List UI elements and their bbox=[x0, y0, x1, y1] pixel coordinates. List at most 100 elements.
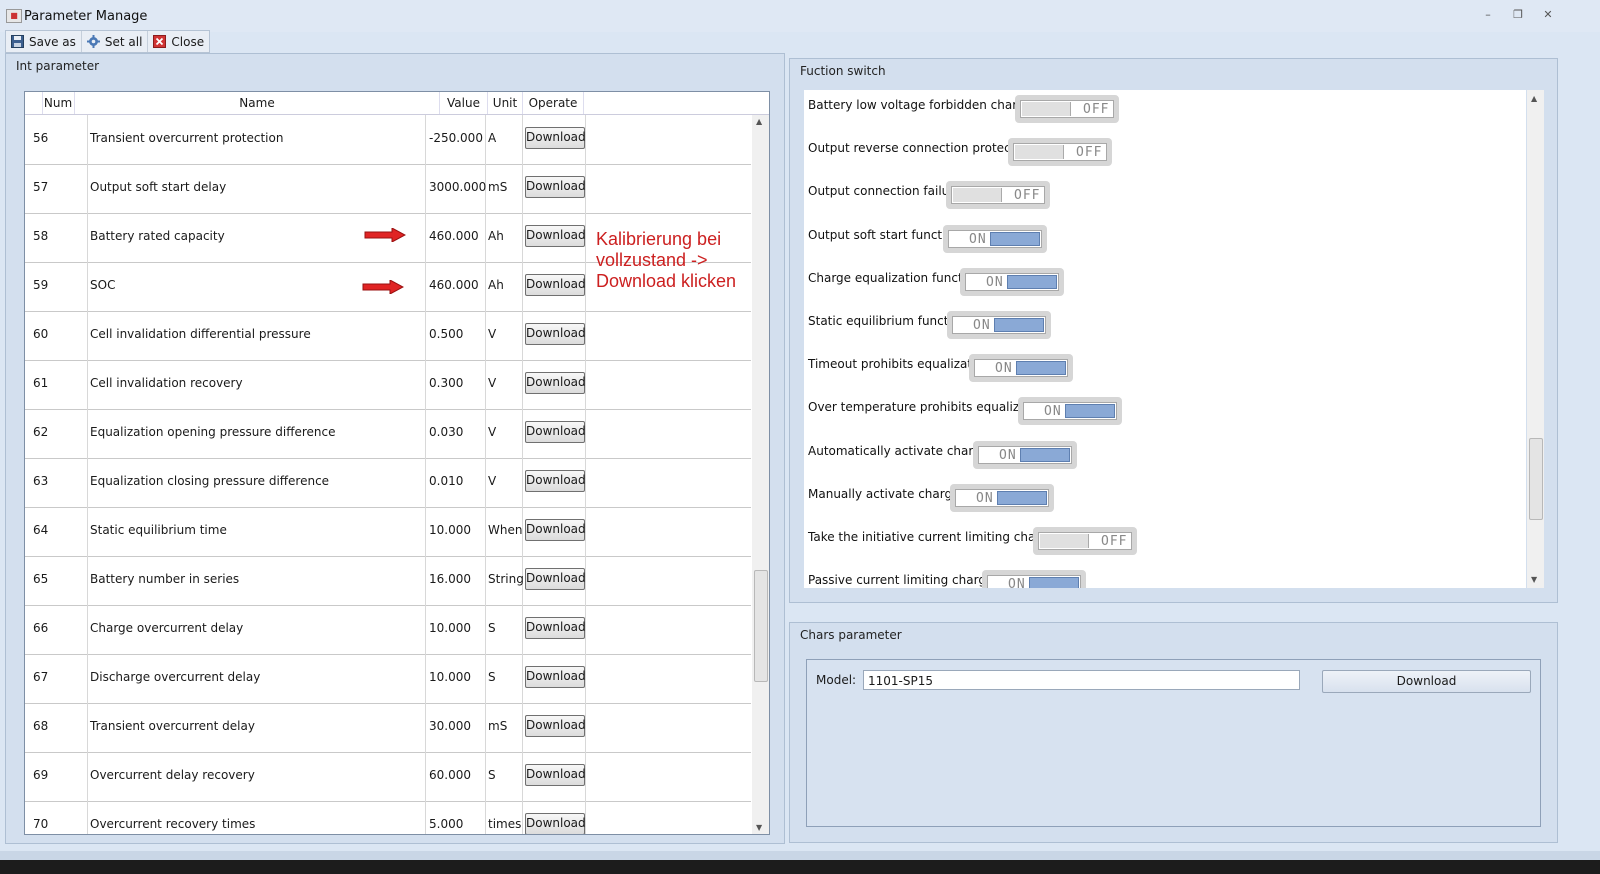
toggle-switch[interactable]: OFF bbox=[1015, 95, 1119, 123]
grid-header: Num Name Value Unit Operate bbox=[25, 92, 769, 115]
toggle-knob-on bbox=[997, 490, 1047, 505]
switch-label: Battery low voltage forbidden charging bbox=[808, 98, 1044, 112]
download-button[interactable]: Download bbox=[525, 176, 586, 198]
table-row[interactable]: 69 Overcurrent delay recovery 60.000 S Downl… bbox=[25, 752, 751, 802]
table-row[interactable]: 64 Static equilibrium time 10.000 When Downl… bbox=[25, 507, 751, 557]
toggle-switch[interactable]: ON bbox=[960, 267, 1064, 296]
table-row[interactable]: 56 Transient overcurrent protection -250.0… bbox=[25, 115, 751, 165]
download-button[interactable]: Download bbox=[525, 715, 586, 737]
download-button[interactable]: Download bbox=[525, 225, 586, 247]
download-button[interactable]: Download bbox=[525, 274, 586, 296]
download-button[interactable]: Download bbox=[525, 764, 586, 786]
table-row[interactable]: 67 Discharge overcurrent delay 10.000 S Down… bbox=[25, 654, 751, 704]
toggle-switch[interactable]: OFF bbox=[1008, 138, 1112, 167]
switch-label: Passive current limiting charging bbox=[808, 573, 1005, 588]
toggle-switch[interactable]: ON bbox=[950, 483, 1054, 512]
row-value: -250.000 bbox=[429, 131, 483, 145]
column-separator bbox=[485, 801, 486, 834]
table-row[interactable]: 70 Overcurrent recovery times 5.000 times Do… bbox=[25, 801, 751, 834]
column-header-unit[interactable]: Unit bbox=[488, 92, 523, 114]
column-separator bbox=[425, 556, 426, 605]
row-value: 460.000 bbox=[429, 278, 479, 292]
row-value: 30.000 bbox=[429, 719, 471, 733]
row-unit: mS bbox=[488, 180, 508, 194]
row-name: SOC bbox=[90, 278, 116, 292]
download-button[interactable]: Download bbox=[525, 666, 586, 688]
window-close-button[interactable]: ✕ bbox=[1540, 9, 1556, 21]
toggle-switch[interactable]: OFF bbox=[1033, 527, 1137, 555]
close-button[interactable]: Close bbox=[148, 31, 209, 52]
scroll-up-icon[interactable]: ▲ bbox=[1531, 94, 1537, 103]
column-header-value[interactable]: Value bbox=[440, 92, 488, 114]
table-row[interactable]: 66 Charge overcurrent delay 10.000 S Downloa… bbox=[25, 605, 751, 655]
toggle-switch[interactable]: OFF bbox=[946, 181, 1050, 210]
column-separator bbox=[485, 115, 486, 164]
toggle-track: OFF bbox=[951, 186, 1045, 205]
column-separator bbox=[485, 556, 486, 605]
toggle-track: ON bbox=[1023, 402, 1117, 421]
table-row[interactable]: 65 Battery number in series 16.000 String Do… bbox=[25, 556, 751, 606]
toggle-switch[interactable]: ON bbox=[1018, 397, 1122, 426]
download-button[interactable]: Download bbox=[525, 421, 586, 443]
toggle-switch[interactable]: ON bbox=[947, 311, 1051, 339]
table-row[interactable]: 57 Output soft start delay 3000.000 mS Downl… bbox=[25, 164, 751, 214]
model-download-button[interactable]: Download bbox=[1322, 670, 1531, 693]
toggle-state-text: ON bbox=[1044, 404, 1062, 420]
toggle-knob-off bbox=[953, 188, 1002, 203]
column-header-num[interactable]: Num bbox=[42, 92, 75, 114]
model-label: Model: bbox=[816, 673, 857, 687]
row-unit: S bbox=[488, 670, 496, 684]
gear-icon bbox=[86, 35, 100, 48]
download-button[interactable]: Download bbox=[525, 372, 586, 394]
scroll-down-icon[interactable]: ▼ bbox=[1531, 575, 1537, 584]
toggle-switch[interactable]: ON bbox=[982, 570, 1086, 588]
row-value: 460.000 bbox=[429, 229, 479, 243]
column-separator bbox=[87, 360, 88, 409]
row-num: 59 bbox=[33, 278, 49, 292]
download-button[interactable]: Download bbox=[525, 323, 586, 345]
download-button[interactable]: Download bbox=[525, 617, 586, 639]
table-row[interactable]: 61 Cell invalidation recovery 0.300 V Downlo… bbox=[25, 360, 751, 410]
toggle-track: OFF bbox=[1013, 143, 1107, 162]
table-row[interactable]: 62 Equalization opening pressure differen… bbox=[25, 409, 751, 459]
row-unit: S bbox=[488, 621, 496, 635]
restore-button[interactable]: ❐ bbox=[1510, 9, 1526, 21]
column-separator bbox=[485, 409, 486, 458]
table-row[interactable]: 63 Equalization closing pressure differen… bbox=[25, 458, 751, 508]
toggle-track: ON bbox=[987, 575, 1081, 588]
toggle-knob-on bbox=[1020, 447, 1070, 462]
column-header-operate[interactable]: Operate bbox=[523, 92, 584, 114]
download-button[interactable]: Download bbox=[525, 519, 586, 541]
grid-scroll-thumb[interactable] bbox=[754, 570, 768, 682]
model-input[interactable]: 1101-SP15 bbox=[863, 670, 1300, 690]
scroll-down-icon[interactable]: ▼ bbox=[756, 823, 762, 832]
grid-scrollbar[interactable]: ▲ ▼ bbox=[752, 115, 769, 834]
switch-scrollbar[interactable]: ▲ ▼ bbox=[1527, 90, 1544, 588]
column-separator bbox=[87, 654, 88, 703]
download-button[interactable]: Download bbox=[525, 568, 586, 590]
row-num: 56 bbox=[33, 131, 49, 145]
table-row[interactable]: 60 Cell invalidation differential pressur… bbox=[25, 311, 751, 361]
switch-scroll-thumb[interactable] bbox=[1529, 438, 1543, 520]
download-button[interactable]: Download bbox=[525, 470, 586, 492]
download-button[interactable]: Download bbox=[525, 813, 586, 834]
column-separator bbox=[425, 213, 426, 262]
row-value: 3000.000 bbox=[429, 180, 487, 194]
switch-label: Timeout prohibits equalization bbox=[808, 357, 991, 372]
switch-label: Static equilibrium function bbox=[808, 314, 967, 328]
toggle-switch[interactable]: ON bbox=[943, 224, 1047, 253]
set-all-button[interactable]: Set all bbox=[82, 31, 149, 52]
save-as-button[interactable]: Save as bbox=[6, 31, 82, 52]
scroll-up-icon[interactable]: ▲ bbox=[756, 117, 762, 126]
download-button[interactable]: Download bbox=[525, 127, 586, 149]
column-separator bbox=[522, 752, 523, 801]
column-separator bbox=[522, 409, 523, 458]
minimize-button[interactable]: – bbox=[1480, 9, 1496, 21]
toggle-switch[interactable]: ON bbox=[973, 440, 1077, 469]
column-separator bbox=[87, 458, 88, 507]
table-row[interactable]: 68 Transient overcurrent delay 30.000 mS Dow… bbox=[25, 703, 751, 753]
column-header-name[interactable]: Name bbox=[75, 92, 440, 114]
column-separator bbox=[522, 311, 523, 360]
toggle-switch[interactable]: ON bbox=[969, 354, 1073, 383]
column-separator bbox=[425, 752, 426, 801]
